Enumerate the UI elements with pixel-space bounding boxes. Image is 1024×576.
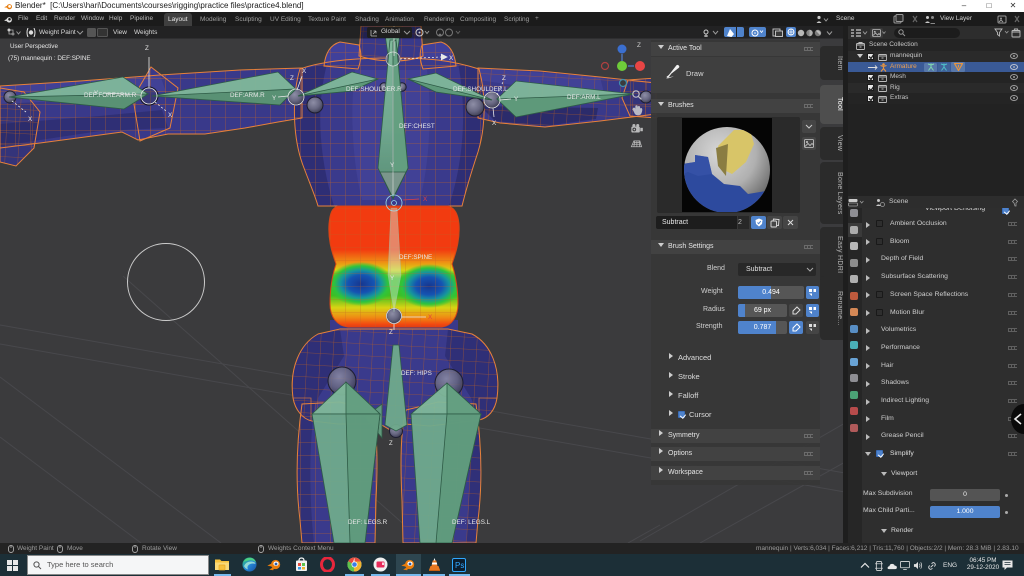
svg-text:(75) mannequin : DEF:SPINE: (75) mannequin : DEF:SPINE <box>8 55 91 62</box>
svg-text:Z: Z <box>389 441 393 447</box>
svg-text:DEF:SPINE: DEF:SPINE <box>399 254 432 261</box>
svg-text:User Perspective: User Perspective <box>10 43 58 50</box>
svg-text:DEF: LEGS.R: DEF: LEGS.R <box>348 519 388 526</box>
svg-text:Z: Z <box>502 75 506 82</box>
svg-text:DEF: HIPS: DEF: HIPS <box>401 370 432 377</box>
svg-text:DEF:FOREARM.R: DEF:FOREARM.R <box>84 92 137 99</box>
svg-text:Z: Z <box>290 75 294 82</box>
svg-text:Z: Z <box>145 45 149 52</box>
svg-text:DEF:SHOULDER.L: DEF:SHOULDER.L <box>453 86 508 93</box>
svg-text:DEF:CHEST: DEF:CHEST <box>399 123 435 130</box>
svg-text:Z: Z <box>389 329 393 336</box>
svg-text:DEF:ARM.R: DEF:ARM.R <box>230 92 265 99</box>
svg-text:Z: Z <box>637 42 641 49</box>
svg-text:DEF:SHOULDER.R: DEF:SHOULDER.R <box>346 86 402 93</box>
svg-text:DEF: LEGS.L: DEF: LEGS.L <box>452 519 491 526</box>
svg-text:Ps: Ps <box>455 561 464 570</box>
svg-text:DEF:ARM.L: DEF:ARM.L <box>567 94 601 101</box>
